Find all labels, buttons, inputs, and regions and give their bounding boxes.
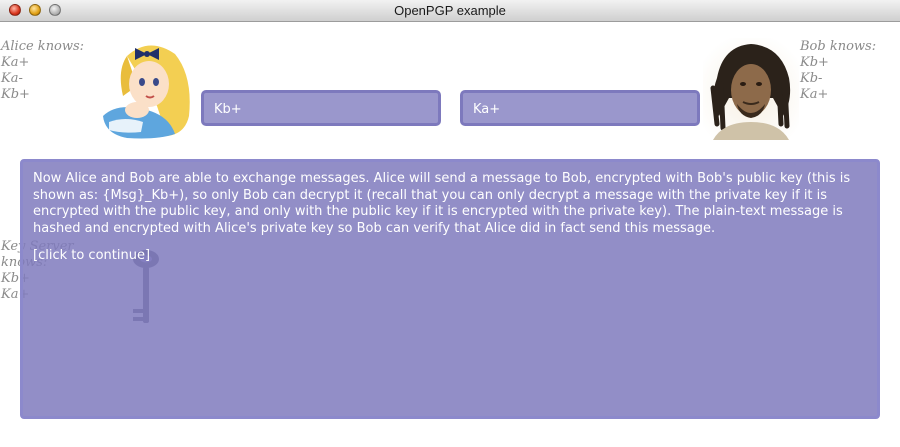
bob-portrait-icon xyxy=(703,38,799,140)
bob-key-item: Ka+ xyxy=(800,87,829,102)
alice-portrait-icon xyxy=(103,45,190,139)
alice-knowledge: Alice knows: Ka+ Ka- Kb+ xyxy=(1,39,84,103)
alice-key-item: Ka- xyxy=(1,71,23,86)
alice-key-box-value: Kb+ xyxy=(214,102,242,117)
bob-knowledge: Bob knows: Kb+ Kb- Ka+ xyxy=(800,39,876,103)
bob-knows-heading: Bob knows: xyxy=(800,39,877,54)
alice-key-box: Kb+ xyxy=(201,90,441,126)
message-text: Now Alice and Bob are able to exchange m… xyxy=(33,171,851,236)
continue-link[interactable]: [click to continue] xyxy=(33,248,150,265)
message-panel: Now Alice and Bob are able to exchange m… xyxy=(20,159,880,419)
alice-key-item: Kb+ xyxy=(1,87,30,102)
window-title: OpenPGP example xyxy=(394,3,506,18)
bob-key-box-value: Ka+ xyxy=(473,102,501,117)
alice-key-item: Ka+ xyxy=(1,55,30,70)
bob-key-item: Kb+ xyxy=(800,55,829,70)
alice-knows-heading: Alice knows: xyxy=(1,39,85,54)
bob-key-box: Ka+ xyxy=(460,90,700,126)
bob-key-item: Kb- xyxy=(800,71,823,86)
window-titlebar: OpenPGP example xyxy=(0,0,900,22)
